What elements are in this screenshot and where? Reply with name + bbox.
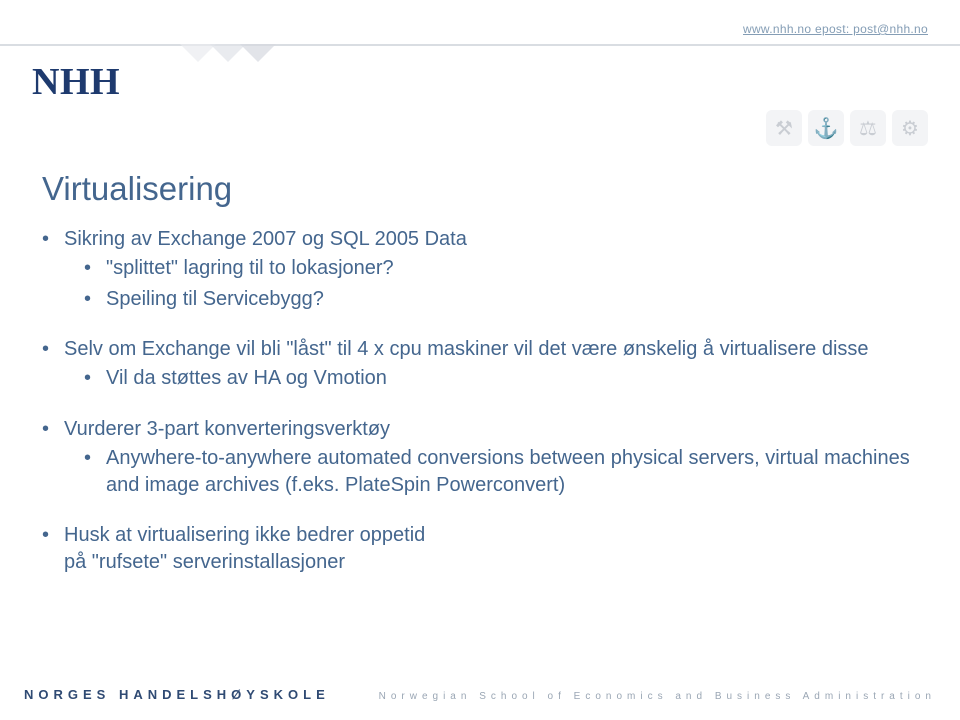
bullet-text: Selv om Exchange vil bli "låst" til 4 x … — [64, 338, 869, 360]
sub-bullet-item: Vil da støttes av HA og Vmotion — [106, 365, 924, 392]
footer-left-text: NORGES HANDELSHØYSKOLE — [24, 687, 330, 702]
nhh-logo: NHH — [32, 60, 120, 104]
scales-icon: ⚖ — [850, 110, 886, 146]
header-divider — [0, 44, 960, 46]
header-decor-triangles — [180, 44, 270, 62]
bullet-text: Vurderer 3-part konverteringsverktøy — [64, 418, 390, 440]
bullet-item: Sikring av Exchange 2007 og SQL 2005 Dat… — [64, 226, 924, 312]
slide-footer: NORGES HANDELSHØYSKOLE Norwegian School … — [0, 687, 960, 702]
bullet-list: Sikring av Exchange 2007 og SQL 2005 Dat… — [42, 226, 924, 312]
slide-content: Virtualisering Sikring av Exchange 2007 … — [42, 170, 924, 586]
slide-title: Virtualisering — [42, 170, 924, 208]
sub-bullet-item: Speiling til Servicebygg? — [106, 286, 924, 313]
bullet-item: Husk at virtualisering ikke bedrer oppet… — [64, 522, 924, 576]
bullet-item: Vurderer 3-part konverteringsverktøy Any… — [64, 416, 924, 498]
sub-bullet-item: "splittet" lagring til to lokasjoner? — [106, 255, 924, 282]
bullet-text: Husk at virtualisering ikke bedrer oppet… — [64, 524, 425, 546]
footer-right-text: Norwegian School of Economics and Busine… — [330, 691, 936, 702]
bullet-continuation: på "rufsete" serverinstallasjoner — [64, 551, 345, 573]
bullet-item: Selv om Exchange vil bli "låst" til 4 x … — [64, 336, 924, 392]
gear-icon: ⚙ — [892, 110, 928, 146]
decor-icon-row: ⚒ ⚓ ⚖ ⚙ — [766, 110, 928, 146]
sub-bullet-item: Anywhere-to-anywhere automated conversio… — [106, 445, 924, 499]
bullet-text: Sikring av Exchange 2007 og SQL 2005 Dat… — [64, 228, 467, 250]
header-url: www.nhh.no epost: post@nhh.no — [743, 22, 928, 36]
hammer-pick-icon: ⚒ — [766, 110, 802, 146]
anchor-icon: ⚓ — [808, 110, 844, 146]
